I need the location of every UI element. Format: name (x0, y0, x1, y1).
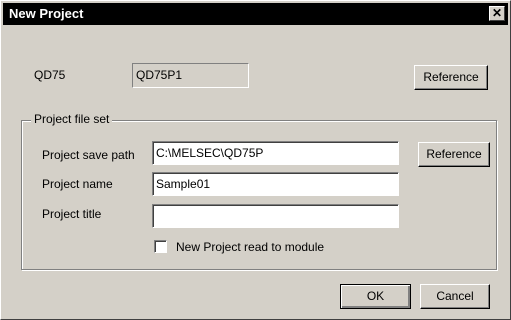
project-save-path-label: Project save path (42, 148, 135, 162)
title-bar: New Project ✕ (3, 3, 508, 25)
cancel-button[interactable]: Cancel (420, 284, 490, 309)
project-title-label: Project title (42, 207, 102, 221)
new-project-dialog: New Project ✕ QD75 QD75P1 Reference Proj… (0, 0, 511, 320)
close-icon: ✕ (491, 6, 503, 20)
close-button[interactable]: ✕ (489, 6, 505, 21)
read-to-module-checkbox[interactable] (154, 240, 167, 253)
module-type-field: QD75P1 (132, 63, 249, 88)
project-name-input[interactable]: Sample01 (152, 172, 399, 196)
ok-button[interactable]: OK (340, 284, 411, 309)
read-to-module-label[interactable]: New Project read to module (176, 240, 324, 254)
module-reference-button[interactable]: Reference (414, 65, 488, 90)
module-label: QD75 (34, 68, 66, 82)
save-path-reference-button[interactable]: Reference (418, 142, 490, 167)
project-save-path-input[interactable]: C:\MELSEC\QD75P (152, 141, 399, 165)
dialog-title: New Project (9, 6, 84, 21)
project-title-input[interactable] (152, 204, 399, 228)
project-file-set-caption: Project file set (31, 112, 113, 126)
project-name-label: Project name (42, 177, 113, 191)
